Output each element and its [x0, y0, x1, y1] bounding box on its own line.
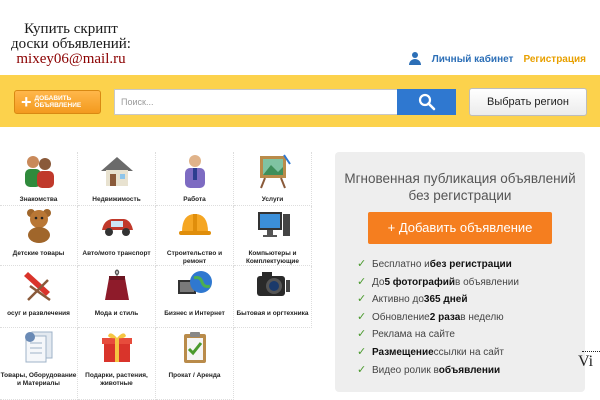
plus-icon: +	[21, 92, 32, 112]
category-label: Мода и стиль	[94, 310, 139, 317]
add-ad-button[interactable]: + Добавить объявление	[14, 90, 101, 114]
category-label: Товары, Оборудование и Материалы	[0, 372, 77, 387]
add-ad-label: Добавить объявление	[34, 95, 82, 109]
promo-line-2: доски объявлений:	[11, 36, 131, 52]
clipboard-icon	[183, 332, 206, 363]
panel-title: Мгновенная публикация объявлений без рег…	[344, 171, 576, 203]
search-button[interactable]	[397, 89, 456, 115]
category-dating[interactable]: Знакомства	[0, 152, 78, 206]
category-label: Компьютеры и Комплектующие	[245, 250, 300, 265]
dress-icon	[104, 269, 129, 300]
helmet-icon	[178, 214, 211, 235]
select-region-button[interactable]: Выбрать регион	[469, 88, 587, 116]
category-construction[interactable]: Строительство и ремонт	[156, 206, 234, 266]
register-link[interactable]: Регистрация	[523, 54, 586, 65]
user-icon	[408, 52, 422, 66]
feature-item: ✓ Активно до 365 дней	[357, 291, 519, 309]
camera-icon	[256, 272, 290, 296]
category-label: Строительство и ремонт	[166, 250, 223, 265]
personal-cabinet-link[interactable]: Личный кабинет	[432, 54, 514, 65]
promo-block: Купить скрипт доски объявлений: mixey06@…	[6, 22, 136, 67]
feature-item: ✓ Бесплатно и без регистрации	[357, 256, 519, 274]
publication-panel: Мгновенная публикация объявлений без рег…	[335, 152, 585, 392]
category-goods[interactable]: Товары, Оборудование и Материалы	[0, 328, 78, 400]
promo-email[interactable]: mixey06@mail.ru	[6, 52, 136, 67]
category-jobs[interactable]: Работа	[156, 152, 234, 206]
feature-item: ✓ Видео ролик в объявлении	[357, 362, 519, 380]
category-label: Прокат / Аренда	[168, 372, 221, 379]
category-auto[interactable]: Авто/мото транспорт	[78, 206, 156, 266]
edge-text: Vi	[578, 353, 594, 370]
category-rental[interactable]: Прокат / Аренда	[156, 328, 234, 400]
category-label: Подарки, растения, животные	[85, 372, 148, 387]
account-links: Личный кабинет Регистрация	[408, 52, 586, 66]
category-real-estate[interactable]: Недвижимость	[78, 152, 156, 206]
teddy-bear-icon	[26, 209, 51, 243]
check-icon: ✓	[357, 275, 367, 288]
house-icon	[100, 157, 133, 186]
check-icon: ✓	[357, 328, 367, 341]
globe-icon	[177, 271, 212, 294]
category-fashion[interactable]: Мода и стиль	[78, 266, 156, 328]
search-input[interactable]: Поиск...	[114, 89, 398, 115]
beach-chair-icon	[23, 272, 51, 302]
check-icon: ✓	[357, 310, 367, 323]
category-kids[interactable]: Детские товары	[0, 206, 78, 266]
category-label: Бизнес и Интернет	[164, 310, 225, 317]
category-label: Детские товары	[12, 250, 65, 257]
category-gifts[interactable]: Подарки, растения, животные	[78, 328, 156, 400]
category-label: Авто/мото транспорт	[82, 250, 151, 257]
worker-icon	[184, 155, 205, 188]
category-label: Знакомства	[19, 196, 58, 203]
category-services[interactable]: Услуги	[234, 152, 312, 206]
category-label: Недвижимость	[92, 196, 141, 203]
check-icon: ✓	[357, 345, 367, 358]
check-icon: ✓	[357, 363, 367, 376]
category-grid: Знакомства Недвижимость Работа Услуги Де…	[0, 152, 312, 400]
category-appliances[interactable]: Бытовая и оргтехника	[234, 266, 312, 328]
feature-list: ✓ Бесплатно и без регистрации ✓ До 5 фотог…	[357, 256, 519, 379]
check-icon: ✓	[357, 258, 367, 270]
category-label: осуг и развлечения	[7, 310, 70, 317]
category-label: Услуги	[261, 196, 284, 203]
search-bar: + Добавить объявление Поиск... Выбрать р…	[0, 75, 600, 127]
check-icon: ✓	[357, 293, 367, 306]
computer-icon	[257, 212, 290, 237]
easel-icon	[259, 154, 291, 189]
category-label: Работа	[183, 196, 206, 203]
car-icon	[101, 219, 133, 236]
documents-icon	[24, 331, 52, 363]
promo-line-1: Купить скрипт	[24, 21, 118, 37]
feature-item: ✓ Реклама на сайте	[357, 326, 519, 344]
people-icon	[24, 156, 54, 188]
category-label: Бытовая и оргтехника	[236, 310, 309, 317]
feature-item: ✓ Обновление 2 раза в неделю	[357, 309, 519, 327]
category-leisure[interactable]: осуг и развлечения	[0, 266, 78, 328]
category-computers[interactable]: Компьютеры и Комплектующие	[234, 206, 312, 266]
feature-item: ✓ До 5 фотографий в объявлении	[357, 274, 519, 292]
category-business[interactable]: Бизнес и Интернет	[156, 266, 234, 328]
gift-icon	[101, 333, 132, 362]
add-listing-button[interactable]: + Добавить объявление	[368, 212, 552, 244]
search-icon	[418, 93, 435, 111]
feature-item: ✓ Размещение ссылки на сайт	[357, 344, 519, 362]
